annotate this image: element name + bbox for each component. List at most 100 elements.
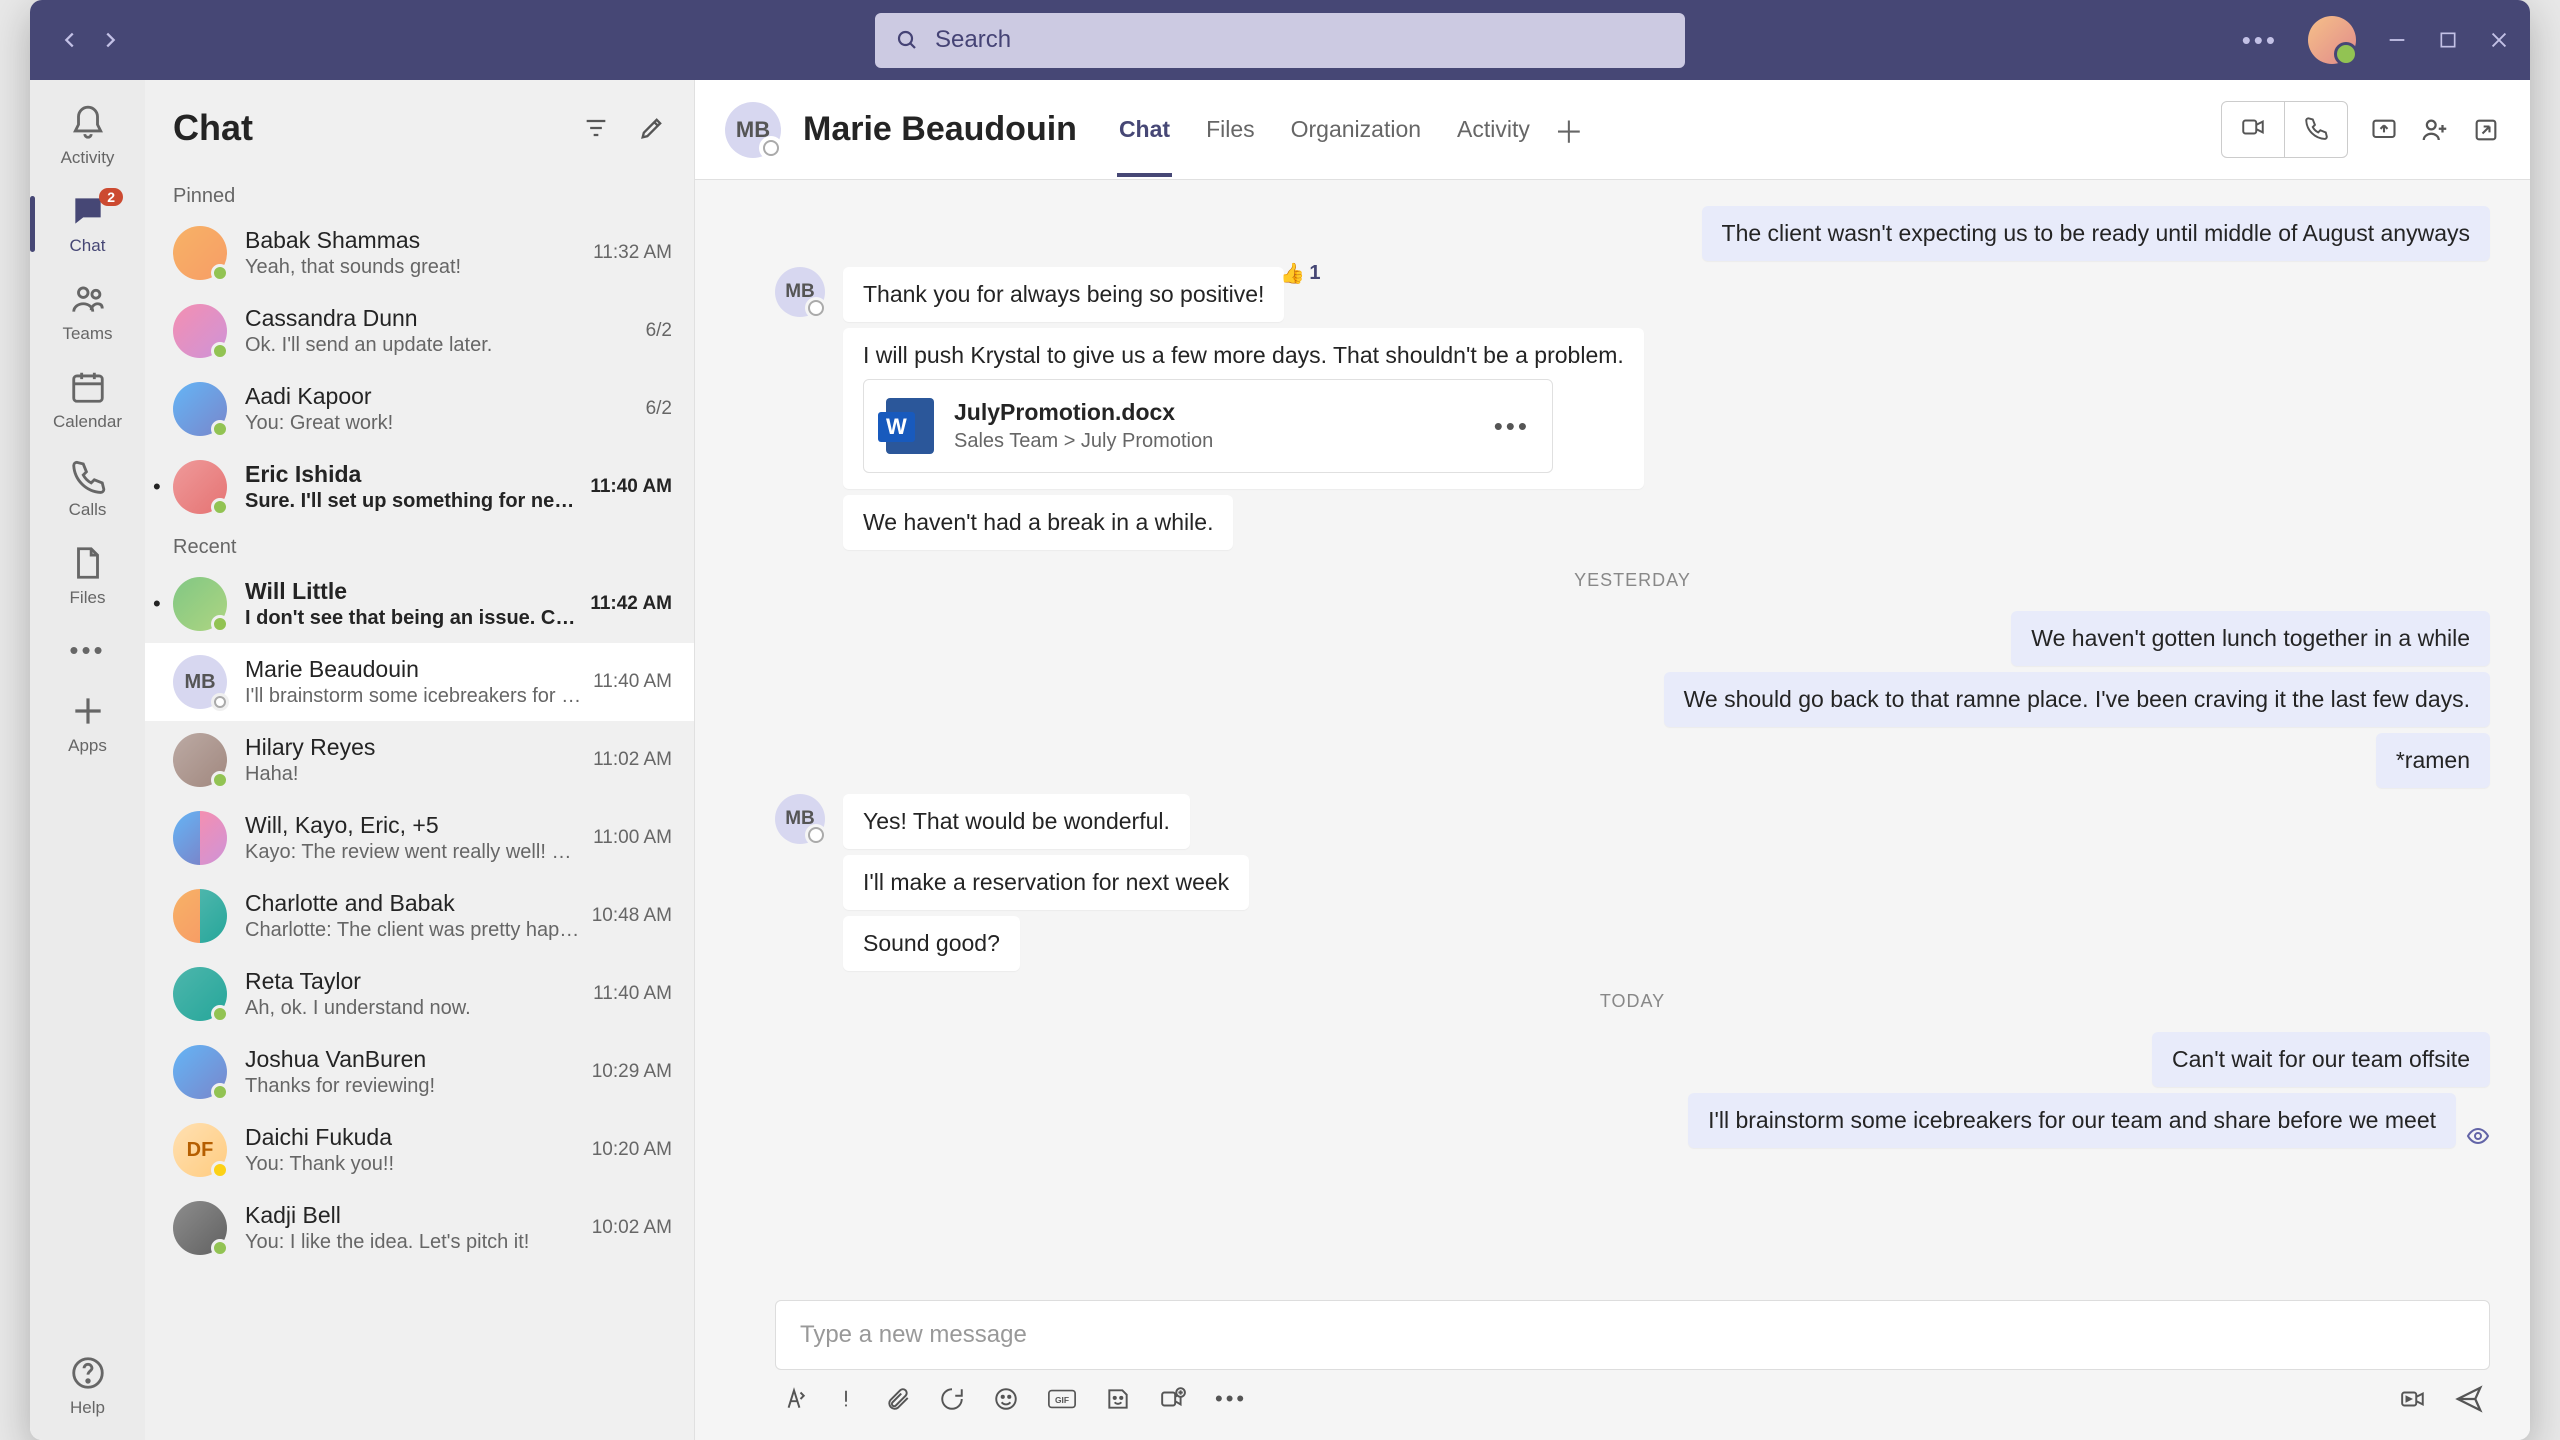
video-clip-icon[interactable] bbox=[2398, 1386, 2428, 1412]
message-mine[interactable]: We should go back to that ramne place. I… bbox=[1664, 672, 2490, 727]
recent-section-label: Recent bbox=[145, 526, 694, 565]
tab-activity[interactable]: Activity bbox=[1455, 82, 1532, 177]
message-mine[interactable]: *ramen bbox=[2376, 733, 2490, 788]
message-mine[interactable]: We haven't gotten lunch together in a wh… bbox=[2011, 611, 2490, 666]
composer-more-button[interactable]: ••• bbox=[1215, 1386, 1247, 1412]
format-icon[interactable] bbox=[781, 1386, 807, 1412]
rail-files[interactable]: Files bbox=[30, 532, 145, 620]
avatar bbox=[173, 889, 227, 943]
chat-list-title: Chat bbox=[173, 107, 253, 149]
chat-item-babak[interactable]: Babak ShammasYeah, that sounds great! 11… bbox=[145, 214, 694, 292]
chat-item-eric[interactable]: Eric IshidaSure. I'll set up something f… bbox=[145, 448, 694, 526]
help-icon bbox=[69, 1354, 107, 1392]
file-more-button[interactable]: ••• bbox=[1494, 411, 1530, 442]
popout-icon[interactable] bbox=[2472, 116, 2500, 144]
chat-item-daichi[interactable]: DF Daichi FukudaYou: Thank you!! 10:20 A… bbox=[145, 1111, 694, 1189]
bell-icon bbox=[69, 104, 107, 142]
date-divider: YESTERDAY bbox=[775, 570, 2490, 591]
send-button[interactable] bbox=[2454, 1384, 2484, 1414]
chat-item-joshua[interactable]: Joshua VanBurenThanks for reviewing! 10:… bbox=[145, 1033, 694, 1111]
avatar bbox=[173, 967, 227, 1021]
chat-item-cassandra[interactable]: Cassandra DunnOk. I'll send an update la… bbox=[145, 292, 694, 370]
window-maximize-button[interactable] bbox=[2438, 30, 2458, 50]
message-theirs[interactable]: Thank you for always being so positive! … bbox=[843, 267, 1284, 322]
conversation-header: MB Marie Beaudouin Chat Files Organizati… bbox=[695, 80, 2530, 180]
more-options-button[interactable]: ••• bbox=[2242, 25, 2278, 56]
message-mine[interactable]: The client wasn't expecting us to be rea… bbox=[1702, 206, 2490, 261]
audio-call-button[interactable] bbox=[2285, 102, 2347, 157]
gif-icon[interactable]: GIF bbox=[1047, 1386, 1077, 1412]
reaction-thumbs-up[interactable]: 👍1 bbox=[1280, 261, 1320, 286]
message-avatar: MB bbox=[775, 794, 825, 844]
file-icon bbox=[69, 544, 107, 582]
emoji-icon[interactable] bbox=[993, 1386, 1019, 1412]
phone-icon bbox=[69, 456, 107, 494]
chat-item-aadi[interactable]: Aadi KapoorYou: Great work! 6/2 bbox=[145, 370, 694, 448]
date-divider: TODAY bbox=[775, 991, 2490, 1012]
rail-chat[interactable]: 2 Chat bbox=[30, 180, 145, 268]
conversation-pane: MB Marie Beaudouin Chat Files Organizati… bbox=[695, 80, 2530, 1440]
avatar bbox=[173, 733, 227, 787]
titlebar: Search ••• bbox=[30, 0, 2530, 80]
loop-icon[interactable] bbox=[939, 1386, 965, 1412]
chat-item-reta[interactable]: Reta TaylorAh, ok. I understand now. 11:… bbox=[145, 955, 694, 1033]
message-theirs[interactable]: I'll make a reservation for next week bbox=[843, 855, 1249, 910]
rail-more[interactable]: ••• bbox=[30, 620, 145, 680]
sticker-icon[interactable] bbox=[1105, 1386, 1131, 1412]
current-user-avatar[interactable] bbox=[2308, 16, 2356, 64]
window-close-button[interactable] bbox=[2488, 29, 2510, 51]
chat-item-marie[interactable]: MB Marie BeaudouinI'll brainstorm some i… bbox=[145, 643, 694, 721]
tab-files[interactable]: Files bbox=[1204, 82, 1257, 177]
plus-icon bbox=[69, 692, 107, 730]
avatar bbox=[173, 577, 227, 631]
message-theirs[interactable]: Sound good? bbox=[843, 916, 1020, 971]
search-icon bbox=[895, 28, 919, 52]
message-theirs[interactable]: We haven't had a break in a while. bbox=[843, 495, 1233, 550]
message-input[interactable]: Type a new message bbox=[775, 1300, 2490, 1370]
priority-icon[interactable] bbox=[835, 1386, 857, 1412]
chat-item-kadji[interactable]: Kadji BellYou: I like the idea. Let's pi… bbox=[145, 1189, 694, 1267]
message-mine[interactable]: Can't wait for our team offsite bbox=[2152, 1032, 2490, 1087]
nav-forward-button[interactable] bbox=[90, 20, 130, 60]
schedule-meet-icon[interactable] bbox=[1159, 1386, 1187, 1412]
video-call-button[interactable] bbox=[2222, 102, 2285, 157]
window-minimize-button[interactable] bbox=[2386, 29, 2408, 51]
composer-toolbar: GIF ••• bbox=[775, 1370, 2490, 1414]
message-theirs[interactable]: I will push Krystal to give us a few mor… bbox=[843, 328, 1644, 489]
seen-indicator-icon bbox=[2466, 1124, 2490, 1148]
tab-chat[interactable]: Chat bbox=[1117, 82, 1172, 177]
add-tab-button[interactable]: ＋ bbox=[1554, 108, 1584, 152]
file-name: JulyPromotion.docx bbox=[954, 399, 1213, 426]
new-chat-icon[interactable] bbox=[638, 114, 666, 142]
search-input[interactable]: Search bbox=[875, 13, 1685, 68]
chat-item-group2[interactable]: Charlotte and BabakCharlotte: The client… bbox=[145, 877, 694, 955]
rail-teams[interactable]: Teams bbox=[30, 268, 145, 356]
avatar: MB bbox=[173, 655, 227, 709]
rail-apps[interactable]: Apps bbox=[30, 680, 145, 768]
add-people-icon[interactable] bbox=[2420, 115, 2450, 145]
rail-calls[interactable]: Calls bbox=[30, 444, 145, 532]
chat-item-group1[interactable]: Will, Kayo, Eric, +5Kayo: The review wen… bbox=[145, 799, 694, 877]
chat-item-will[interactable]: Will LittleI don't see that being an iss… bbox=[145, 565, 694, 643]
chat-item-hilary[interactable]: Hilary ReyesHaha! 11:02 AM bbox=[145, 721, 694, 799]
attach-icon[interactable] bbox=[885, 1386, 911, 1412]
teams-icon bbox=[69, 280, 107, 318]
tab-organization[interactable]: Organization bbox=[1289, 82, 1423, 177]
file-attachment[interactable]: JulyPromotion.docx Sales Team > July Pro… bbox=[863, 379, 1553, 473]
search-placeholder: Search bbox=[935, 26, 1011, 54]
conversation-avatar: MB bbox=[725, 102, 781, 158]
avatar: DF bbox=[173, 1123, 227, 1177]
chat-list-header: Chat bbox=[145, 80, 694, 175]
nav-back-button[interactable] bbox=[50, 20, 90, 60]
screen-share-icon[interactable] bbox=[2370, 116, 2398, 144]
rail-activity[interactable]: Activity bbox=[30, 92, 145, 180]
chat-badge: 2 bbox=[99, 188, 123, 206]
file-path: Sales Team > July Promotion bbox=[954, 430, 1213, 453]
message-theirs[interactable]: Yes! That would be wonderful. bbox=[843, 794, 1190, 849]
filter-icon[interactable] bbox=[582, 114, 610, 142]
rail-calendar[interactable]: Calendar bbox=[30, 356, 145, 444]
conversation-body[interactable]: The client wasn't expecting us to be rea… bbox=[695, 180, 2530, 1300]
calendar-icon bbox=[69, 368, 107, 406]
message-mine[interactable]: I'll brainstorm some icebreakers for our… bbox=[1688, 1093, 2456, 1148]
rail-help[interactable]: Help bbox=[30, 1342, 145, 1430]
